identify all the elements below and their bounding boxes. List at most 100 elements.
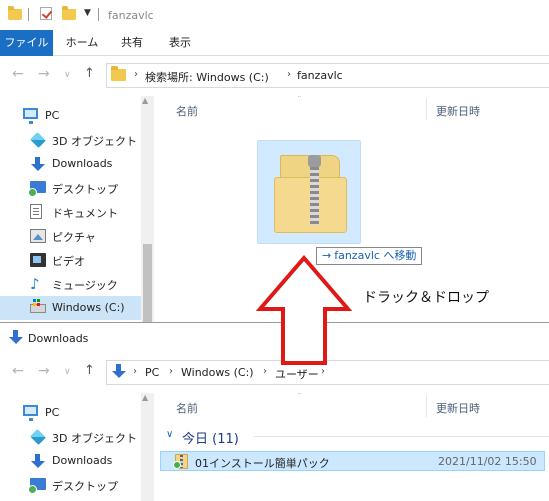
group-label: 今日 (11) xyxy=(182,432,239,447)
column-divider[interactable] xyxy=(426,395,427,417)
chevron-right-icon[interactable]: › xyxy=(169,366,173,377)
address-toolbar: ← → ∨ ↑ › 検索場所: Windows (C:) › fanzavlc xyxy=(0,57,549,93)
sidebar-item-downloads[interactable]: Downloads xyxy=(0,152,142,176)
annotation-drag-drop: ドラック＆ドロップ xyxy=(363,290,489,306)
sidebar-item-label: 3D オブジェクト xyxy=(52,432,137,445)
folder-icon xyxy=(111,66,126,81)
recent-chevron-icon[interactable]: ∨ xyxy=(64,367,71,377)
column-header: ˄ 名前 更新日時 xyxy=(154,96,549,120)
file-date: 2021/11/02 15:50 xyxy=(438,455,537,468)
sidebar-item-label: PC xyxy=(45,406,60,419)
title-bar: ▼ fanzavlc xyxy=(0,0,549,30)
chevron-down-icon[interactable]: ▼ xyxy=(84,8,91,18)
new-folder-icon[interactable] xyxy=(62,6,76,21)
sidebar-item-desktop[interactable]: デスクトップ xyxy=(0,176,142,200)
tab-view[interactable]: 表示 xyxy=(160,30,200,56)
sidebar-item-videos[interactable]: ビデオ xyxy=(0,248,142,272)
back-arrow-icon[interactable]: ← xyxy=(12,66,24,82)
sidebar-item-label: 3D オブジェクト xyxy=(52,135,137,148)
pc-icon xyxy=(23,108,38,124)
sidebar-item-3d-objects[interactable]: 3D オブジェクト xyxy=(0,128,142,152)
address-segment-windows-c[interactable]: Windows (C:) xyxy=(181,366,254,379)
sidebar-item-downloads[interactable]: Downloads xyxy=(0,449,142,473)
sort-caret-icon: ˄ xyxy=(297,393,302,402)
sidebar-item-label: Downloads xyxy=(52,454,113,467)
sidebar-item-label: ドキュメント xyxy=(52,207,118,220)
file-list-pane: ˄ 名前 更新日時 ∨ 今日 (11) 01インストール簡単パック 2021/1… xyxy=(154,393,549,501)
sidebar-item-label: Downloads xyxy=(52,157,113,170)
sidebar-item-label: ビデオ xyxy=(52,255,85,268)
group-divider xyxy=(254,436,549,437)
sidebar-item-label: Windows (C:) xyxy=(52,301,125,314)
recent-chevron-icon[interactable]: ∨ xyxy=(64,70,71,80)
up-arrow-icon[interactable]: ↑ xyxy=(84,66,95,81)
forward-arrow-icon[interactable]: → xyxy=(38,363,50,379)
sidebar-item-label: デスクトップ xyxy=(52,183,118,196)
chevron-right-icon[interactable]: › xyxy=(287,69,291,80)
desktop-icon xyxy=(28,478,46,494)
column-date[interactable]: 更新日時 xyxy=(436,400,480,416)
download-icon xyxy=(30,454,46,468)
properties-icon[interactable] xyxy=(40,7,54,21)
zip-folder-icon xyxy=(274,155,349,233)
forward-arrow-icon[interactable]: → xyxy=(38,66,50,82)
sidebar-item-music[interactable]: ♪ ミュージック xyxy=(0,272,142,296)
folder-icon xyxy=(8,6,22,21)
sidebar-item-pc[interactable]: PC xyxy=(0,104,142,128)
address-segment-users[interactable]: ユーザー xyxy=(275,366,319,382)
ribbon-tabs: ファイル ホーム 共有 表示 xyxy=(0,30,549,56)
navigation-pane: PC 3D オブジェクト Downloads デスクトップ ドキュメント ピクチ… xyxy=(0,96,154,322)
cube-icon xyxy=(30,132,46,148)
chevron-right-icon[interactable]: › xyxy=(133,366,137,377)
column-header: ˄ 名前 更新日時 xyxy=(154,393,549,417)
back-arrow-icon[interactable]: ← xyxy=(12,363,24,379)
sidebar-item-desktop[interactable]: デスクトップ xyxy=(0,473,142,497)
title-separator xyxy=(28,8,29,21)
list-item[interactable]: 01インストール簡単パック 2021/11/02 15:50 xyxy=(160,451,545,471)
chevron-right-icon[interactable]: › xyxy=(134,69,138,80)
file-name: 01インストール簡単パック xyxy=(195,457,330,470)
title-separator xyxy=(98,8,99,21)
sidebar-item-label: デスクトップ xyxy=(52,480,118,493)
column-divider[interactable] xyxy=(426,98,427,120)
address-segment-search[interactable]: 検索場所: Windows (C:) xyxy=(145,69,269,85)
video-icon xyxy=(30,253,46,267)
navigation-pane: PC 3D オブジェクト Downloads デスクトップ ▲ xyxy=(0,393,154,501)
sidebar-scrollbar[interactable]: ▲ xyxy=(141,393,154,501)
scroll-up-icon[interactable]: ▲ xyxy=(142,96,148,105)
sidebar-item-label: ピクチャ xyxy=(52,231,96,244)
sort-caret-icon: ˄ xyxy=(297,96,302,105)
address-bar[interactable]: › 検索場所: Windows (C:) › fanzavlc xyxy=(106,63,549,88)
download-icon xyxy=(8,330,24,346)
chevron-right-icon[interactable]: › xyxy=(263,366,267,377)
tab-file[interactable]: ファイル xyxy=(0,30,53,56)
drive-icon xyxy=(30,299,46,313)
address-segment-folder[interactable]: fanzavlc xyxy=(297,69,343,82)
download-icon xyxy=(111,364,126,380)
address-segment-pc[interactable]: PC xyxy=(145,366,159,379)
sidebar-scrollbar[interactable]: ▲ xyxy=(141,96,154,322)
sidebar-item-pc[interactable]: PC xyxy=(0,401,142,425)
sidebar-item-pictures[interactable]: ピクチャ xyxy=(0,224,142,248)
column-name[interactable]: 名前 xyxy=(176,400,198,416)
document-icon xyxy=(30,204,42,219)
drag-ghost-zip-file xyxy=(257,140,361,244)
window-title: fanzavlc xyxy=(108,9,154,22)
chevron-right-icon[interactable]: › xyxy=(321,366,325,377)
sidebar-item-label: PC xyxy=(45,109,60,122)
column-name[interactable]: 名前 xyxy=(176,103,198,119)
column-date[interactable]: 更新日時 xyxy=(436,103,480,119)
pc-icon xyxy=(23,405,38,421)
sidebar-item-3d-objects[interactable]: 3D オブジェクト xyxy=(0,425,142,449)
sidebar-item-label: ミュージック xyxy=(52,279,118,292)
tab-share[interactable]: 共有 xyxy=(112,30,152,56)
sidebar-item-windows-c[interactable]: Windows (C:) xyxy=(0,296,142,320)
download-icon xyxy=(30,157,46,171)
scroll-thumb[interactable] xyxy=(143,244,152,322)
scroll-up-icon[interactable]: ▲ xyxy=(142,393,148,402)
cube-icon xyxy=(30,429,46,445)
up-arrow-icon[interactable]: ↑ xyxy=(84,363,95,378)
chevron-down-icon[interactable]: ∨ xyxy=(166,429,173,440)
tab-home[interactable]: ホーム xyxy=(60,30,104,56)
sidebar-item-documents[interactable]: ドキュメント xyxy=(0,200,142,224)
